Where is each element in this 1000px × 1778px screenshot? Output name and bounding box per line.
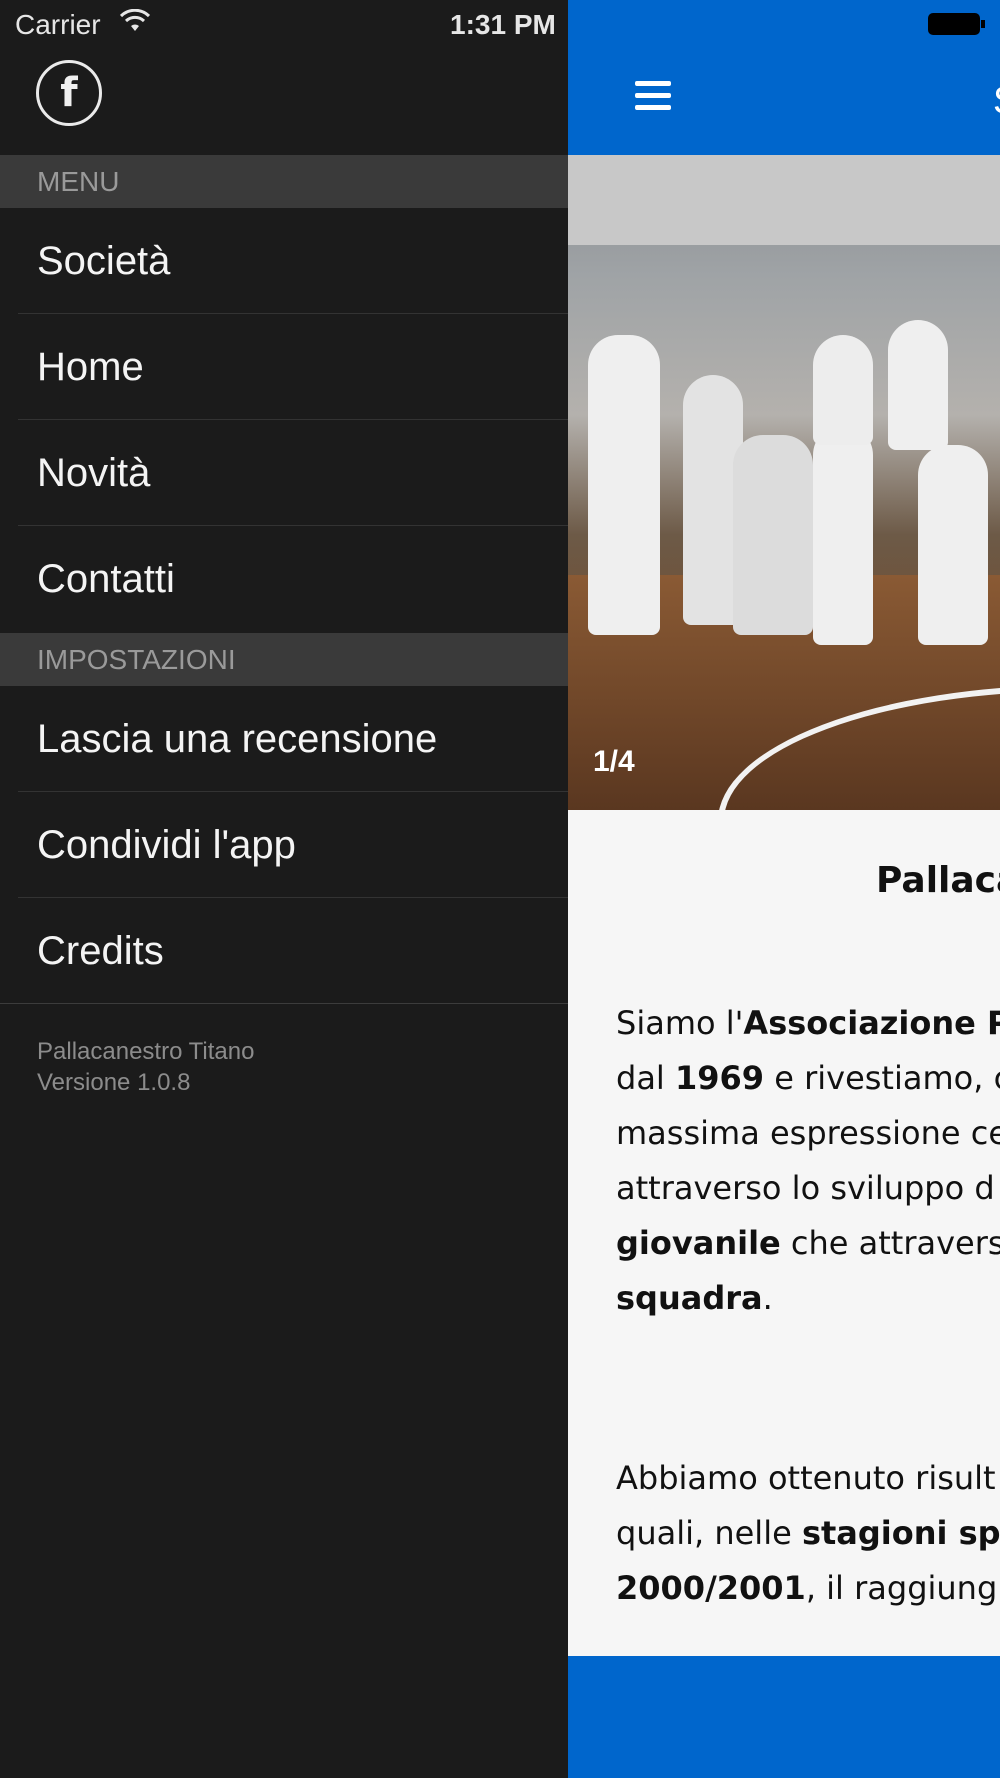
menu-item-share-app[interactable]: Condividi l'app bbox=[0, 792, 568, 898]
menu-item-label: Lascia una recensione bbox=[37, 717, 438, 761]
menu-item-label: Contatti bbox=[37, 557, 175, 601]
side-menu: Carrier 1:31 PM f MENU Società Home Novi… bbox=[0, 0, 568, 1778]
photo-person bbox=[918, 445, 988, 645]
photo-ceiling bbox=[568, 155, 1000, 245]
app-footer: Pallacanestro Titano Versione 1.0.8 bbox=[37, 1036, 254, 1098]
menu-item-label: Home bbox=[37, 345, 144, 389]
menu-item-label: Società bbox=[37, 239, 171, 283]
text-line: attraverso lo sviluppo d bbox=[616, 1169, 995, 1207]
battery-tip bbox=[981, 20, 985, 28]
top-navigation-bar: S bbox=[568, 0, 1000, 155]
text-line: quali, nelle stagioni spo bbox=[616, 1514, 1000, 1552]
menu-item-novita[interactable]: Novità bbox=[0, 420, 568, 526]
menu-item-societa[interactable]: Società bbox=[0, 208, 568, 314]
wifi-icon bbox=[119, 8, 151, 40]
text-line: squadra. bbox=[616, 1279, 773, 1317]
text-line: massima espressione ce bbox=[616, 1114, 1000, 1152]
hamburger-menu-icon[interactable] bbox=[635, 81, 671, 113]
facebook-icon[interactable]: f bbox=[36, 60, 102, 126]
photo-person bbox=[733, 435, 813, 635]
carrier-label: Carrier bbox=[15, 9, 101, 40]
page-title: S bbox=[993, 80, 1000, 123]
article-body: Pallaca Siamo l'Associazione Pa dal 1969… bbox=[616, 860, 1000, 1616]
battery-icon bbox=[928, 13, 980, 35]
text-line: giovanile che attraverso bbox=[616, 1224, 1000, 1262]
photo-person bbox=[813, 335, 873, 445]
menu-item-home[interactable]: Home bbox=[0, 314, 568, 420]
team-photo-gallery[interactable]: 1/4 bbox=[568, 155, 1000, 810]
menu-item-label: Credits bbox=[37, 929, 164, 973]
bottom-bar bbox=[568, 1656, 1000, 1778]
menu-item-credits[interactable]: Credits bbox=[0, 898, 568, 1004]
footer-version: Versione 1.0.8 bbox=[37, 1069, 191, 1096]
photo-person bbox=[888, 320, 948, 450]
menu-item-review[interactable]: Lascia una recensione bbox=[0, 686, 568, 792]
menu-item-label: Novità bbox=[37, 451, 151, 495]
article-paragraph-2: Abbiamo ottenuto risult quali, nelle sta… bbox=[616, 1451, 1000, 1616]
status-bar: Carrier 1:31 PM bbox=[0, 0, 568, 50]
status-time: 1:31 PM bbox=[450, 9, 556, 40]
text-line: dal 1969 e rivestiamo, c bbox=[616, 1059, 1000, 1097]
photo-person bbox=[588, 335, 660, 635]
settings-section-header: IMPOSTAZIONI bbox=[0, 633, 568, 686]
photo-person bbox=[813, 425, 873, 645]
text-line: Siamo l'Associazione Pa bbox=[616, 1004, 1000, 1042]
main-view: S 1/4 Pallaca Siamo l'Associazione Pa da… bbox=[568, 0, 1000, 1778]
gallery-counter: 1/4 bbox=[593, 745, 635, 778]
footer-app-name: Pallacanestro Titano bbox=[37, 1038, 255, 1065]
article-heading: Pallaca bbox=[876, 860, 1000, 901]
text-line: 2000/2001, il raggiung bbox=[616, 1569, 998, 1607]
text-line: Abbiamo ottenuto risult bbox=[616, 1459, 996, 1497]
article-paragraph-1: Siamo l'Associazione Pa dal 1969 e rives… bbox=[616, 996, 1000, 1326]
menu-item-contatti[interactable]: Contatti bbox=[0, 526, 568, 632]
menu-section-header: MENU bbox=[0, 155, 568, 208]
menu-item-label: Condividi l'app bbox=[37, 823, 296, 867]
